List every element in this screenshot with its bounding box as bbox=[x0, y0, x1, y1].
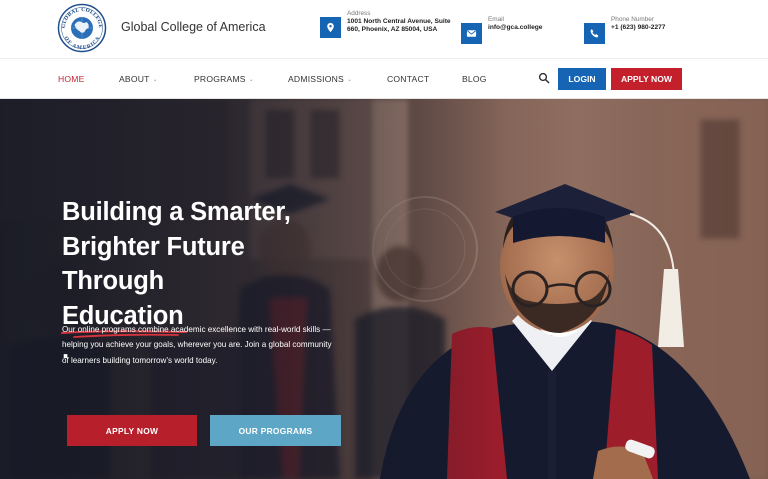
email-label: Email bbox=[488, 16, 504, 23]
top-header: GLOBAL COLLEGE OF AMERICA Global College… bbox=[0, 0, 768, 58]
address-value: 1001 North Central Avenue, Suite 660, Ph… bbox=[347, 17, 451, 33]
chevron-down-icon: ⌄ bbox=[248, 76, 254, 83]
search-icon[interactable] bbox=[538, 72, 550, 84]
chevron-down-icon: ⌄ bbox=[346, 76, 353, 83]
nav-programs-label: PROGRAMS bbox=[194, 74, 246, 84]
headline-line-2: Brighter Future bbox=[62, 232, 245, 261]
nav-home-label: HOME bbox=[58, 74, 85, 84]
hero-description: Our online programs combine academic exc… bbox=[62, 325, 332, 365]
brand-name[interactable]: Global College of America bbox=[121, 20, 266, 34]
nav-about-label: ABOUT bbox=[119, 74, 150, 84]
hero-section: Building a Smarter, Brighter Future Thro… bbox=[0, 99, 768, 479]
nav-admissions[interactable]: ADMISSIONS ⌄ bbox=[288, 74, 352, 84]
nav-blog[interactable]: BLOG bbox=[462, 74, 487, 84]
phone-label: Phone Number bbox=[611, 16, 654, 23]
hero-our-programs-button[interactable]: OUR PROGRAMS bbox=[210, 415, 341, 446]
contact-address: Address 1001 North Central Avenue, Suite… bbox=[320, 10, 453, 38]
nav-programs[interactable]: PROGRAMS ⌄ bbox=[194, 74, 254, 84]
chevron-down-icon: ⌄ bbox=[152, 76, 158, 83]
college-seal-logo[interactable]: GLOBAL COLLEGE OF AMERICA bbox=[57, 3, 107, 53]
login-button[interactable]: LOGIN bbox=[558, 68, 606, 90]
nav-home[interactable]: HOME bbox=[58, 74, 85, 84]
address-label: Address bbox=[347, 10, 371, 17]
nav-contact-label: CONTACT bbox=[387, 74, 430, 84]
map-pin-icon bbox=[320, 17, 341, 38]
nav-contact[interactable]: CONTACT bbox=[387, 74, 429, 84]
email-value[interactable]: info@gca.college bbox=[488, 24, 542, 32]
nav-blog-label: BLOG bbox=[462, 74, 487, 84]
headline-line-1: Building a Smarter, bbox=[62, 198, 291, 226]
phone-icon bbox=[584, 23, 605, 44]
envelope-icon bbox=[461, 23, 482, 44]
hero-apply-now-button[interactable]: APPLY NOW bbox=[67, 415, 197, 446]
headline-line-3-prefix: Through bbox=[62, 267, 164, 295]
main-nav: HOME ABOUT ⌄ PROGRAMS ⌄ ADMISSIONS ⌄ CONTAC… bbox=[0, 58, 768, 99]
contact-phone: Phone Number +1 (623) 980-2277 bbox=[584, 16, 665, 44]
apply-now-button[interactable]: APPLY NOW bbox=[611, 68, 682, 90]
phone-value[interactable]: +1 (623) 980-2277 bbox=[611, 24, 665, 32]
nav-about[interactable]: ABOUT ⌄ bbox=[119, 74, 158, 84]
contact-email: Email info@gca.college bbox=[461, 16, 542, 44]
nav-admissions-label: ADMISSIONS bbox=[288, 74, 344, 84]
